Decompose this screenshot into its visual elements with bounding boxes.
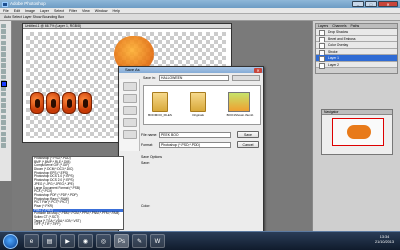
notes-tool-icon[interactable] (1, 125, 6, 131)
move-tool-icon[interactable] (1, 23, 6, 29)
options-bar: Auto Select Layer Show Bounding Box (0, 14, 400, 21)
marquee-tool-icon[interactable] (1, 29, 6, 34)
slice-tool-icon[interactable] (1, 52, 6, 57)
color-label: Color: (141, 204, 151, 208)
crop-tool-icon[interactable] (1, 46, 6, 51)
system-clock[interactable]: 13:34 21/10/2013 (375, 235, 394, 245)
navigator-thumbnail[interactable] (332, 118, 384, 146)
save-options-label: Save Options (141, 155, 163, 159)
filename-input[interactable]: PEEK BOO (159, 132, 231, 138)
letter-o-shape (78, 92, 92, 114)
start-button[interactable] (3, 233, 18, 249)
navigator-panel: Navigator (321, 109, 393, 155)
file-name: BOOMOO_FILES (148, 113, 172, 117)
menu-window[interactable]: Window (95, 8, 108, 13)
title-bar: Adobe Photoshop – □ ✕ (0, 0, 400, 8)
type-tool-icon[interactable] (1, 108, 6, 114)
paint-icon[interactable]: ✎ (132, 234, 147, 248)
letter-o-shape (62, 92, 76, 114)
menu-select[interactable]: Select (54, 8, 64, 13)
save-label: Save: (141, 161, 150, 165)
media-player-icon[interactable]: ▶ (60, 234, 75, 248)
photoshop-taskbar-icon[interactable]: Ps (114, 234, 129, 248)
menu-help[interactable]: Help (113, 8, 120, 13)
places-bar (120, 79, 140, 151)
zoom-tool-icon[interactable] (1, 143, 6, 148)
format-option[interactable]: TIFF (*.TIF;*.TIFF) (33, 223, 123, 227)
eyedropper-icon[interactable] (1, 131, 6, 137)
format-dropdown-list: Photoshop (*.PSD;*.PDD) BMP (*.BMP;*.RLE;… (32, 156, 124, 230)
file-name: BOO1Shown.thumb (226, 113, 254, 117)
folder-icon[interactable] (152, 92, 168, 112)
layer-row[interactable]: Layer 2 (316, 61, 397, 68)
magic-wand-icon[interactable] (1, 40, 6, 46)
save-button[interactable]: Save (237, 131, 259, 138)
menu-layer[interactable]: Layer (40, 8, 49, 13)
history-brush-icon[interactable] (1, 74, 6, 80)
letter-b-shape (30, 92, 44, 114)
recent-places-icon[interactable] (122, 82, 137, 91)
save-as-dialog: Save As ✕ Save in: HALLOWEEN BOOMOO_FILE… (118, 66, 264, 236)
firefox-icon[interactable]: ◎ (96, 234, 111, 248)
tab-channels[interactable]: Channels (332, 24, 346, 28)
dialog-title: Save As (119, 67, 263, 73)
clock-date: 21/10/2013 (374, 240, 394, 244)
letter-o-shape (46, 92, 60, 114)
stamp-tool-icon[interactable] (1, 69, 6, 74)
document-title[interactable]: Untitled-1 @ 66.7% (Layer 1, RGB/8) (23, 24, 231, 29)
image-thumbnail[interactable] (228, 92, 250, 112)
healing-brush-icon[interactable] (1, 57, 6, 63)
desktop-icon[interactable] (122, 94, 137, 103)
format-select[interactable]: Photoshop (*.PSD;*.PDD) (159, 142, 231, 148)
word-icon[interactable]: W (150, 234, 165, 248)
nav-buttons[interactable] (232, 75, 260, 81)
layer-list: Drop Shadow Bevel and Emboss Color Overlay… (316, 29, 397, 68)
folder-icon[interactable] (190, 92, 206, 112)
menu-edit[interactable]: Edit (14, 8, 20, 13)
tab-paths[interactable]: Paths (351, 24, 360, 28)
format-label: Format: (141, 143, 154, 147)
menu-view[interactable]: View (82, 8, 90, 13)
options-text[interactable]: Auto Select Layer Show Bounding Box (4, 15, 64, 19)
lasso-tool-icon[interactable] (1, 34, 6, 40)
save-in-label: Save in: (143, 76, 156, 80)
foreground-color-swatch[interactable] (1, 81, 7, 87)
app-title: Adobe Photoshop (10, 1, 46, 6)
shape-tool-icon[interactable] (1, 120, 6, 125)
network-icon[interactable] (122, 130, 137, 139)
hand-tool-icon[interactable] (1, 137, 6, 142)
dialog-close-button[interactable]: ✕ (254, 67, 262, 73)
close-button[interactable]: ✕ (378, 1, 398, 7)
taskbar: e ▤ ▶ ◉ ◎ Ps ✎ W 13:34 21/10/2013 (0, 231, 400, 250)
panel-dock: Layers Channels Paths Drop Shadow Bevel a… (312, 21, 400, 231)
blur-tool-icon[interactable] (1, 91, 6, 97)
explorer-icon[interactable]: ▤ (42, 234, 57, 248)
cancel-button[interactable]: Cancel (237, 141, 259, 148)
brush-tool-icon[interactable] (1, 63, 6, 68)
path-select-icon[interactable] (1, 103, 6, 108)
tab-layers[interactable]: Layers (318, 24, 328, 28)
pen-tool-icon[interactable] (1, 114, 6, 120)
file-list: BOOMOO_FILES Originals BOO1Shown.thumb (143, 85, 261, 125)
file-name: Originals (192, 113, 204, 117)
photoshop-icon (2, 1, 8, 7)
filename-label: File name: (141, 133, 158, 137)
maximize-button[interactable]: □ (365, 1, 377, 7)
save-in-dropdown[interactable]: HALLOWEEN (159, 75, 229, 81)
libraries-icon[interactable] (122, 106, 137, 115)
layer-panel-footer (316, 68, 397, 73)
menu-filter[interactable]: Filter (69, 8, 77, 13)
navigator-title: Navigator (322, 110, 392, 115)
menu-image[interactable]: Image (25, 8, 35, 13)
minimize-button[interactable]: – (352, 1, 364, 7)
pumpkin-thumb (347, 125, 371, 139)
chrome-icon[interactable]: ◉ (78, 234, 93, 248)
toolbox (0, 21, 12, 181)
dodge-tool-icon[interactable] (1, 97, 6, 103)
menu-file[interactable]: File (3, 8, 9, 13)
ie-icon[interactable]: e (24, 234, 39, 248)
computer-icon[interactable] (122, 118, 137, 127)
